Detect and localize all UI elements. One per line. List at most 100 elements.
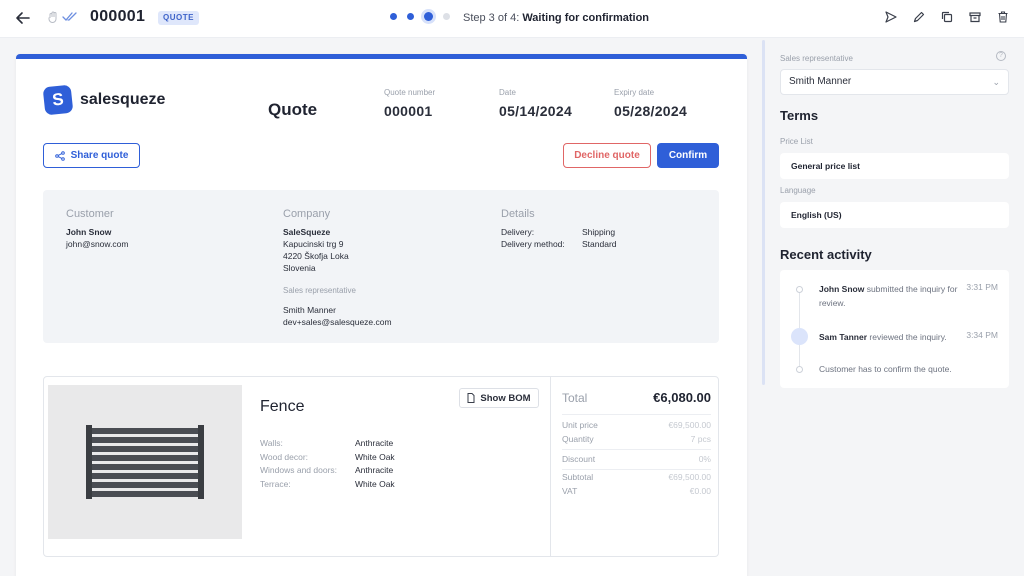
delivery-value: Shipping xyxy=(582,227,616,237)
date-value: 05/14/2024 xyxy=(499,103,573,119)
sales-rep-select[interactable]: Smith Manner ⌄ xyxy=(780,69,1009,95)
customer-heading: Customer xyxy=(66,208,114,220)
company-rep-email: dev+sales@salesqueze.com xyxy=(283,317,392,327)
price-list-field[interactable]: General price list xyxy=(780,153,1009,179)
discount-value: 0% xyxy=(698,454,711,464)
timeline-dot xyxy=(796,286,803,293)
activity-actor: Sam Tanner xyxy=(819,332,868,342)
quote-number-value: 000001 xyxy=(384,103,433,119)
help-icon[interactable]: ? xyxy=(996,51,1006,61)
send-icon[interactable] xyxy=(884,10,898,24)
confirm-button[interactable]: Confirm xyxy=(657,143,719,168)
show-bom-button[interactable]: Show BOM xyxy=(459,388,539,408)
unit-price-label: Unit price xyxy=(562,420,598,430)
archive-icon[interactable] xyxy=(968,10,982,24)
expiry-value: 05/28/2024 xyxy=(614,103,688,119)
subtotal-value: €69,500.00 xyxy=(668,472,711,482)
total-row: Total €6,080.00 xyxy=(562,390,711,415)
company-rep-name: Smith Manner xyxy=(283,305,336,315)
quantity-label: Quantity xyxy=(562,434,594,444)
step-prefix: Step 3 of 4: xyxy=(463,12,520,24)
company-section: Company SaleSqueze Kapucinski trg 9 4220… xyxy=(283,208,392,328)
product-line-item: Fence Show BOM Walls: Anthracite Wood de… xyxy=(43,376,719,557)
sales-rep-value: Smith Manner xyxy=(789,76,852,87)
share-quote-button[interactable]: Share quote xyxy=(43,143,140,168)
attr-key: Wood decor: xyxy=(260,451,309,462)
activity-text: Customer has to confirm the quote. xyxy=(819,364,952,374)
activity-item: Customer has to confirm the quote. xyxy=(819,362,989,376)
step-status-text: Waiting for confirmation xyxy=(522,12,650,24)
customer-email: john@snow.com xyxy=(66,239,129,249)
duplicate-icon[interactable] xyxy=(940,10,954,24)
attr-value: White Oak xyxy=(355,478,395,489)
share-icon xyxy=(54,150,65,161)
attr-key: Terrace: xyxy=(260,478,291,489)
company-name: SaleSqueze xyxy=(283,227,331,237)
attr-value: Anthracite xyxy=(355,438,394,448)
step-dot-2[interactable] xyxy=(407,13,414,20)
activity-time: 3:31 PM xyxy=(966,282,998,292)
brand-logo: S salesqueze xyxy=(42,84,166,116)
vat-label: VAT xyxy=(562,486,578,496)
product-attributes: Walls: Anthracite Wood decor: White Oak … xyxy=(260,437,395,491)
status-icons xyxy=(48,11,78,23)
company-address-line1: Kapucinski trg 9 xyxy=(283,239,344,249)
fence-image xyxy=(86,425,204,499)
discount-row: Discount 0% xyxy=(562,454,711,464)
step-dot-4[interactable] xyxy=(443,13,450,20)
details-section: Details Delivery: Shipping Delivery meth… xyxy=(501,208,617,250)
step-dot-3[interactable] xyxy=(424,12,433,21)
back-arrow-icon[interactable] xyxy=(14,9,32,27)
price-list-label: Price List xyxy=(780,137,813,146)
brand-name: salesqueze xyxy=(80,91,166,108)
timeline-dot-active xyxy=(791,328,808,345)
decline-quote-button[interactable]: Decline quote xyxy=(563,143,651,168)
step-dot-1[interactable] xyxy=(390,13,397,20)
recent-activity-heading: Recent activity xyxy=(780,247,872,262)
quote-type-badge: QUOTE xyxy=(158,11,199,25)
logo-mark: S xyxy=(42,84,74,116)
language-field[interactable]: English (US) xyxy=(780,202,1009,228)
quote-number-label: Quote number xyxy=(384,88,436,97)
delete-icon[interactable] xyxy=(996,10,1010,24)
product-image xyxy=(48,385,242,539)
attr-key: Windows and doors: xyxy=(260,465,338,475)
document-title: Quote xyxy=(268,100,318,119)
delivery-label: Delivery: xyxy=(501,227,535,237)
attr-key: Walls: xyxy=(260,438,283,448)
unit-price-value: €69,500.00 xyxy=(668,420,711,430)
expiry-label: Expiry date xyxy=(614,88,655,97)
edit-icon[interactable] xyxy=(912,10,926,24)
company-country: Slovenia xyxy=(283,263,316,273)
delivery-method-value: Standard xyxy=(582,239,617,249)
subtotal-row: Subtotal €69,500.00 xyxy=(562,472,711,482)
step-status: Step 3 of 4: Waiting for confirmation xyxy=(463,12,649,24)
show-bom-label: Show BOM xyxy=(480,392,531,404)
double-check-icon xyxy=(62,12,77,21)
activity-feed: John Snow submitted the inquiry for revi… xyxy=(780,270,1009,388)
subtotal-label: Subtotal xyxy=(562,472,594,482)
attr-value: Anthracite xyxy=(355,465,394,475)
quote-number-title: 000001 xyxy=(90,8,146,25)
sales-rep-label: Sales representative xyxy=(780,54,853,63)
price-divider xyxy=(562,469,711,470)
date-label: Date xyxy=(499,88,516,97)
details-heading: Details xyxy=(501,208,535,220)
activity-item: John Snow submitted the inquiry for revi… xyxy=(819,282,959,310)
customer-section: Customer John Snow john@snow.com xyxy=(66,208,129,250)
terms-heading: Terms xyxy=(780,108,819,123)
progress-stepper xyxy=(390,12,450,21)
top-actions xyxy=(884,10,1010,24)
timeline-dot xyxy=(796,366,803,373)
panel-divider[interactable] xyxy=(762,40,765,385)
share-quote-label: Share quote xyxy=(70,150,129,161)
delivery-method-label: Delivery method: xyxy=(501,239,565,249)
product-name: Fence xyxy=(260,398,305,415)
quote-document: S salesqueze Quote Quote number 000001 D… xyxy=(16,54,747,576)
vat-row: VAT €0.00 xyxy=(562,486,711,496)
price-divider xyxy=(562,449,711,450)
quote-number-block: Quote number 000001 xyxy=(384,88,435,119)
activity-item: Sam Tanner reviewed the inquiry. xyxy=(819,330,959,344)
activity-text: reviewed the inquiry. xyxy=(867,332,947,342)
customer-name: John Snow xyxy=(66,227,112,237)
